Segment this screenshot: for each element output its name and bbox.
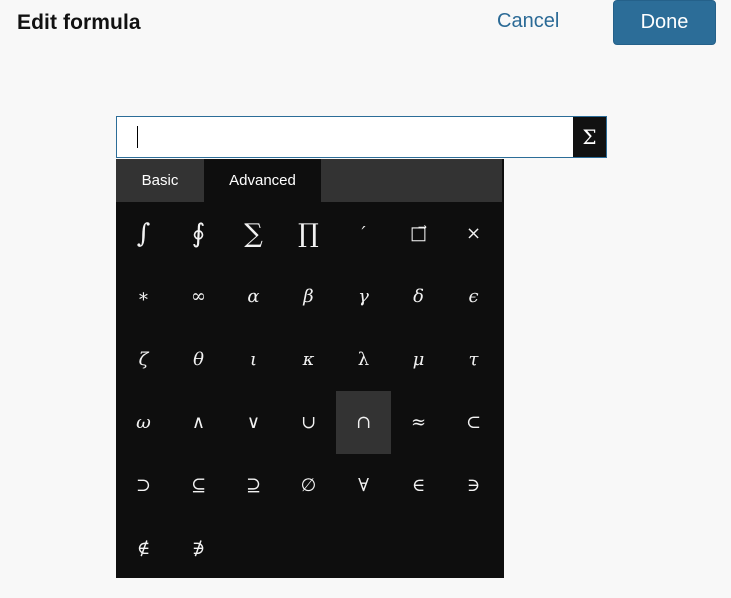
prime-icon[interactable]: ′ (336, 202, 391, 265)
subset-eq-icon[interactable]: ⊆ (171, 454, 226, 517)
not-element-of-icon[interactable]: ∉ (116, 517, 171, 580)
integral-icon[interactable]: ∫ (116, 202, 171, 265)
symbol-palette: Basic Advanced ∫ ∮ ∑ ∏ ′ □⃗ × ∗ ∞ α β γ δ ϵ ζ θ ι κ λ μ τ ω ∧ ∨… (116, 159, 504, 578)
element-of-icon[interactable]: ∈ (391, 454, 446, 517)
beta-icon[interactable]: β (281, 265, 336, 328)
empty-set-icon[interactable]: ∅ (281, 454, 336, 517)
times-icon[interactable]: × (446, 202, 501, 265)
superset-icon[interactable]: ⊃ (116, 454, 171, 517)
contour-integral-icon[interactable]: ∮ (171, 202, 226, 265)
asterisk-icon[interactable]: ∗ (116, 265, 171, 328)
theta-icon[interactable]: θ (171, 328, 226, 391)
subset-icon[interactable]: ⊂ (446, 391, 501, 454)
vector-arrow-icon[interactable]: □⃗ (391, 202, 446, 265)
product-icon[interactable]: ∏ (281, 202, 336, 265)
contains-icon[interactable]: ∋ (446, 454, 501, 517)
superset-eq-icon[interactable]: ⊇ (226, 454, 281, 517)
symbol-palette-toggle-button[interactable]: Σ (573, 117, 606, 157)
page-title: Edit formula (17, 11, 141, 34)
tau-icon[interactable]: τ (446, 328, 501, 391)
palette-tab-bar: Basic Advanced (116, 159, 502, 202)
epsilon-icon[interactable]: ϵ (446, 265, 501, 328)
logical-or-icon[interactable]: ∨ (226, 391, 281, 454)
cancel-button[interactable]: Cancel (497, 10, 559, 33)
union-icon[interactable]: ∪ (281, 391, 336, 454)
lambda-icon[interactable]: λ (336, 328, 391, 391)
delta-icon[interactable]: δ (391, 265, 446, 328)
done-button[interactable]: Done (613, 0, 716, 45)
iota-icon[interactable]: ι (226, 328, 281, 391)
summation-icon[interactable]: ∑ (226, 202, 281, 265)
infinity-icon[interactable]: ∞ (171, 265, 226, 328)
mu-icon[interactable]: μ (391, 328, 446, 391)
tab-basic[interactable]: Basic (116, 159, 204, 202)
intersection-icon[interactable]: ∩ (336, 391, 391, 454)
for-all-icon[interactable]: ∀ (336, 454, 391, 517)
sigma-icon: Σ (582, 125, 597, 149)
alpha-icon[interactable]: α (226, 265, 281, 328)
formula-input[interactable] (117, 117, 577, 159)
text-caret (137, 126, 138, 148)
approx-icon[interactable]: ≈ (391, 391, 446, 454)
zeta-icon[interactable]: ζ (116, 328, 171, 391)
gamma-icon[interactable]: γ (336, 265, 391, 328)
logical-and-icon[interactable]: ∧ (171, 391, 226, 454)
omega-icon[interactable]: ω (116, 391, 171, 454)
not-contains-icon[interactable]: ∌ (171, 517, 226, 580)
tab-advanced[interactable]: Advanced (204, 159, 321, 202)
formula-input-container: Σ (116, 116, 607, 159)
kappa-icon[interactable]: κ (281, 328, 336, 391)
